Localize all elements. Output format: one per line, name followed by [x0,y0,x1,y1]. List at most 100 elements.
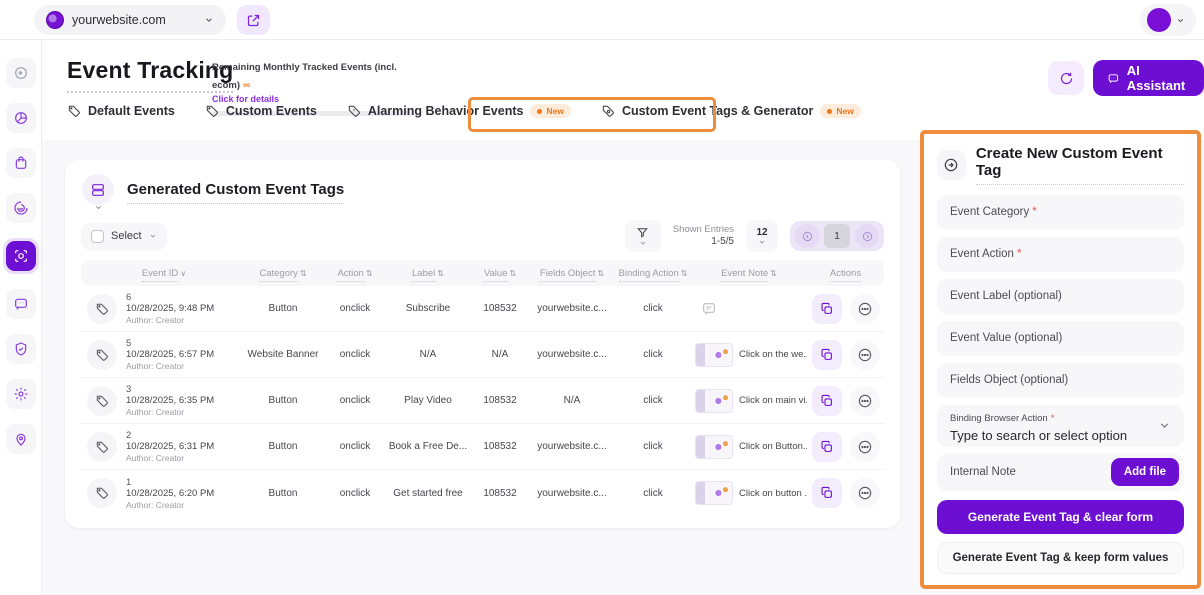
table-row: 210/28/2025, 6:31 PMAuthor: Creator Butt… [81,424,884,470]
prev-page-button[interactable] [795,224,819,248]
copy-tag-button[interactable] [812,478,842,508]
sidebar-item-analytics[interactable] [6,103,36,133]
circle-arrow-icon [937,150,966,180]
sidebar-item-chat[interactable] [6,289,36,319]
cell-category: Button [241,303,325,314]
cell-label: Book a Free De... [385,441,471,452]
event-value-field[interactable]: Event Value (optional) [937,321,1184,356]
select-dropdown[interactable]: Select [81,223,167,250]
cell-binding-action: click [615,488,691,499]
database-icon[interactable] [82,174,114,205]
more-actions-button[interactable] [850,432,880,462]
col-fields-object[interactable]: Fields Object⇅ [529,268,615,279]
tab-custom-events[interactable]: Custom Events [205,104,317,118]
note-thumbnail[interactable] [695,389,733,413]
generate-keep-button[interactable]: Generate Event Tag & keep form values [937,542,1184,574]
table-row: 310/28/2025, 6:35 PMAuthor: Creator Butt… [81,378,884,424]
cell-category: Button [241,441,325,452]
tab-default-events[interactable]: Default Events [67,104,175,118]
tracked-events-details-link[interactable]: Click for details [212,94,422,104]
ai-assistant-button[interactable]: AI Assistant [1093,60,1204,96]
note-thumbnail[interactable] [695,435,733,459]
sidebar-item-security[interactable] [6,334,36,364]
page-number[interactable]: 1 [824,224,850,248]
copy-tag-button[interactable] [812,432,842,462]
col-label[interactable]: Label⇅ [385,268,471,279]
sidebar-collapse-icon[interactable] [6,58,36,88]
binding-browser-action-select[interactable]: Binding Browser Action* Type to search o… [937,405,1184,447]
copy-icon [820,440,834,454]
more-actions-button[interactable] [850,386,880,416]
col-action[interactable]: Action⇅ [325,268,385,279]
required-asterisk: * [1017,248,1021,260]
tab-alarming-behavior-events[interactable]: Alarming Behavior Events New [347,104,571,118]
refresh-button[interactable] [1048,61,1084,95]
sidebar-item-settings[interactable] [6,379,36,409]
arrow-right-icon [862,231,873,242]
event-action-field[interactable]: Event Action* [937,237,1184,272]
tab-custom-event-tags-generator[interactable]: Custom Event Tags & Generator New [601,104,861,118]
note-text: Click on the we... [739,349,807,360]
cell-value: 108532 [471,395,529,406]
event-date: 10/28/2025, 9:48 PM [126,303,214,314]
filter-button[interactable] [625,220,661,252]
cell-category: Button [241,488,325,499]
col-event-note[interactable]: Event Note⇅ [691,268,807,279]
shield-check-icon [13,341,29,357]
note-icon[interactable] [701,301,717,317]
tab-bar: Default Events Custom Events Alarming Be… [67,104,861,118]
sidebar-item-location[interactable] [6,424,36,454]
section-title: Generated Custom Event Tags [127,181,344,204]
note-text: Click on main vi... [739,395,807,406]
generate-clear-button[interactable]: Generate Event Tag & clear form [937,500,1184,534]
field-label: Internal Note [950,466,1016,478]
add-file-button[interactable]: Add file [1111,458,1179,486]
copy-icon [820,394,834,408]
sort-icon: ∨ [180,269,186,278]
event-label-field[interactable]: Event Label (optional) [937,279,1184,314]
more-actions-button[interactable] [850,294,880,324]
sidebar-item-orders[interactable] [6,148,36,178]
more-actions-button[interactable] [850,340,880,370]
cell-binding-action: click [615,395,691,406]
more-actions-button[interactable] [850,478,880,508]
arrow-left-icon [802,231,813,242]
ellipsis-icon [857,393,873,409]
note-thumbnail[interactable] [695,481,733,505]
cell-action: onclick [325,395,385,406]
sidebar-item-radar[interactable] [6,193,36,223]
table-header: Event ID∨ Category⇅ Action⇅ Label⇅ Value… [81,260,884,286]
copy-tag-button[interactable] [812,386,842,416]
chevron-down-icon [758,238,766,246]
col-value[interactable]: Value⇅ [471,268,529,279]
internal-note-field[interactable]: Internal Note Add file [937,454,1184,491]
user-menu[interactable] [1140,4,1196,36]
select-all-checkbox[interactable] [91,230,104,243]
new-dot-icon [827,109,832,114]
new-badge: New [820,104,860,118]
site-selector[interactable]: yourwebsite.com [34,5,226,35]
note-thumbnail[interactable] [695,343,733,367]
event-category-field[interactable]: Event Category* [937,195,1184,230]
shopping-bag-icon [13,155,29,171]
event-author: Author: Creator [126,315,214,325]
col-binding-action[interactable]: Binding Action⇅ [615,268,691,279]
next-page-button[interactable] [855,224,879,248]
annotation-highlight-panel: Create New Custom Event Tag Event Catego… [920,130,1201,589]
page-size-dropdown[interactable]: 12 [746,220,778,252]
event-id: 2 [126,430,214,441]
cell-fields-object: yourwebsite.c... [529,303,615,314]
field-label: Event Action [950,248,1014,260]
col-event-id[interactable]: Event ID∨ [81,268,241,279]
sidebar-item-event-tracking-active[interactable] [3,238,39,274]
chevron-down-icon[interactable] [94,203,103,212]
cell-binding-action: click [615,303,691,314]
fields-object-field[interactable]: Fields Object (optional) [937,363,1184,398]
copy-tag-button[interactable] [812,294,842,324]
field-label: Event Label (optional) [950,290,1062,302]
col-category[interactable]: Category⇅ [241,268,325,279]
tracked-events-label: Remaining Monthly Tracked Events (incl. … [212,62,397,91]
copy-tag-button[interactable] [812,340,842,370]
event-id: 1 [126,477,214,488]
open-website-button[interactable] [237,5,270,35]
